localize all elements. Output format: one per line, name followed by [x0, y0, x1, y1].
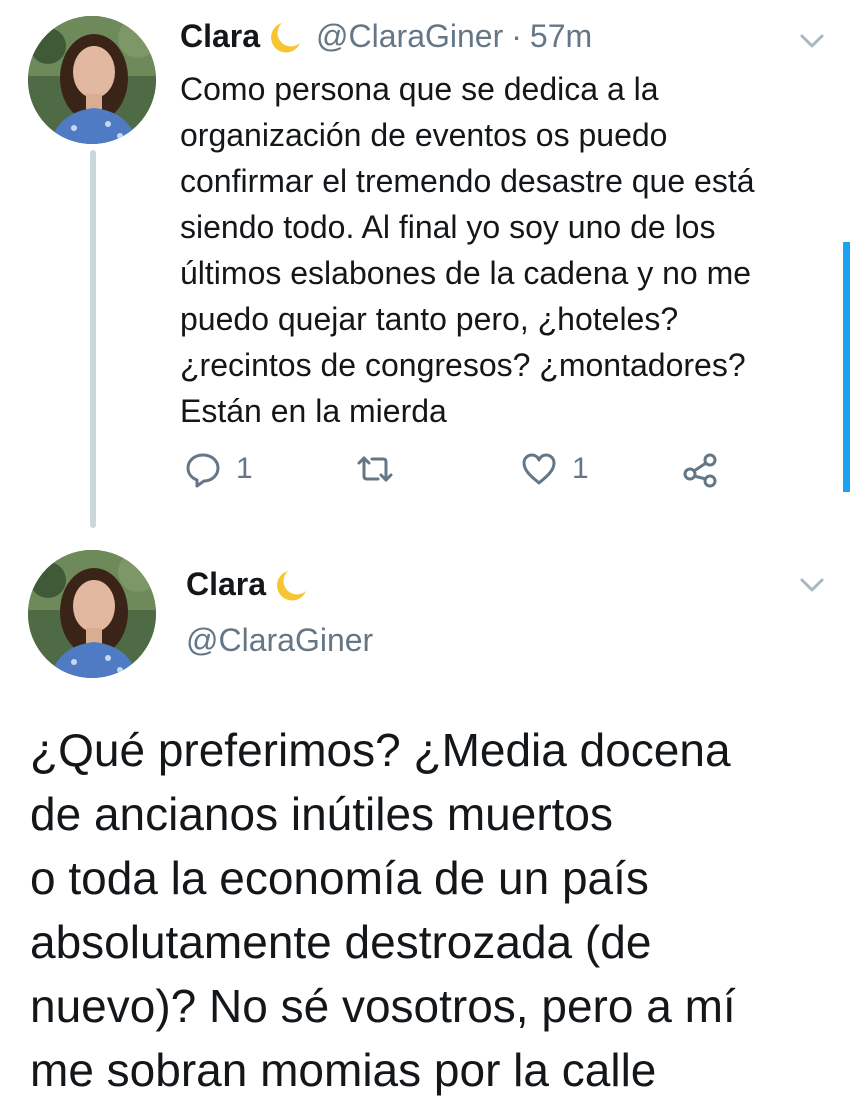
tweet-text-line: nuevo)? No sé vosotros, pero a mí	[30, 980, 736, 1032]
tweet-text-line: de ancianos inútiles muertos	[30, 788, 613, 840]
tweet-text-line: absolutamente destrozada (de	[30, 916, 652, 968]
tweet-text: ¿Qué preferimos? ¿Media docena de ancian…	[30, 718, 840, 1102]
avatar-photo	[28, 550, 156, 678]
scrollbar[interactable]	[843, 242, 850, 492]
tweet-header: Clara	[186, 566, 310, 603]
avatar[interactable]	[28, 16, 156, 144]
user-handle[interactable]: @ClaraGiner	[316, 18, 503, 55]
reply-button[interactable]: 1	[184, 450, 253, 488]
display-name[interactable]: Clara	[186, 566, 266, 603]
like-button[interactable]: 1	[520, 450, 589, 488]
reply-icon	[186, 453, 220, 488]
separator-dot: ·	[511, 18, 522, 54]
tweet-text-line: me sobran momias por la calle	[30, 1044, 657, 1096]
like-count: 1	[572, 452, 589, 485]
tweet-text-line: confirmar el tremendo desastre que está	[180, 163, 755, 199]
tweet-text-line: o toda la economía de un país	[30, 852, 649, 904]
chevron-down-icon[interactable]	[794, 572, 830, 596]
tweet-text-line: puedo quejar tanto pero, ¿hoteles?	[180, 301, 679, 337]
tweet-text-line: últimos eslabones de la cadena y no me	[180, 255, 752, 291]
tweet-text-line: organización de eventos os puedo	[180, 117, 668, 153]
chevron-down-icon[interactable]	[794, 28, 830, 52]
like-icon	[522, 453, 556, 485]
tweet-text-line: Están en la mierda	[180, 393, 447, 429]
display-name[interactable]: Clara	[180, 18, 260, 55]
retweet-icon	[357, 456, 393, 482]
moon-icon	[274, 567, 310, 603]
share-icon	[683, 453, 717, 488]
tweet-thread-screen: Clara @ClaraGiner · 57m Como persona que…	[0, 0, 850, 1120]
tweet-text-line: ¿Qué preferimos? ¿Media docena	[30, 724, 731, 776]
tweet-header: Clara @ClaraGiner · 57m	[180, 18, 592, 55]
avatar-photo	[28, 16, 156, 144]
tweet-text-line: ¿recintos de congresos? ¿montadores?	[180, 347, 746, 383]
tweet-text-line: Como persona que se dedica a la	[180, 71, 659, 107]
avatar[interactable]	[28, 550, 156, 678]
tweet-text: Como persona que se dedica a la organiza…	[180, 66, 820, 434]
tweet-actions: 1 1	[180, 450, 740, 498]
tweet-text-line: siendo todo. Al final yo soy uno de los	[180, 209, 716, 245]
timestamp[interactable]: 57m	[530, 18, 592, 55]
moon-icon	[268, 19, 304, 55]
share-button[interactable]	[682, 450, 720, 488]
user-handle[interactable]: @ClaraGiner	[186, 622, 373, 659]
thread-connector-line	[90, 150, 96, 528]
retweet-button[interactable]	[356, 450, 408, 488]
reply-count: 1	[236, 452, 253, 485]
